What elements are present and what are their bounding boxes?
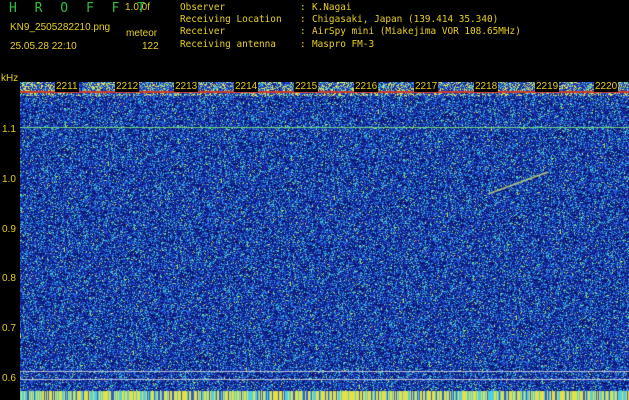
station-info: Observer: K.Nagai Receiving Location: Chig…: [180, 2, 521, 51]
colon: :: [300, 14, 306, 26]
app-version: 1.0.0f: [125, 2, 151, 13]
header-panel: H R O F F T 1.0.0f KN9_2505282210.png me…: [0, 0, 629, 78]
station-key: Receiving antenna: [180, 38, 276, 50]
freq-tick-label: 1.1: [2, 124, 16, 135]
station-value: AirSpy mini (Miakejima VOR 108.65MHz): [312, 26, 521, 38]
colon: :: [300, 26, 306, 38]
time-tick-label: 2214: [234, 81, 259, 92]
file-name: KN9_2505282210.png: [10, 22, 111, 33]
time-tick-label: 2213: [174, 81, 199, 92]
station-row-antenna: Receiving antenna: Maspro FM-3: [180, 39, 521, 51]
colon: :: [300, 2, 306, 13]
colon: :: [300, 38, 306, 50]
freq-tick-label: 0.6: [2, 373, 16, 384]
station-row-location: Receiving Location: Chigasaki, Japan (139…: [180, 14, 521, 26]
time-tick-label: 2211: [55, 81, 79, 92]
station-row-receiver: Receiver: AirSpy mini (Miakejima VOR 108.…: [180, 26, 521, 38]
time-tick-label: 2216: [354, 81, 379, 92]
frequency-unit-label: kHz: [1, 73, 19, 84]
time-tick-label: 2220: [594, 81, 619, 92]
station-key: Receiving Location: [180, 14, 282, 26]
time-tick-label: 2215: [294, 81, 319, 92]
station-value: K.Nagai: [312, 2, 352, 13]
timestamp: 25.05.28 22:10: [10, 41, 77, 52]
freq-tick-label: 0.7: [2, 323, 16, 334]
mode-label: meteor: [126, 28, 158, 39]
time-tick-label: 2219: [535, 81, 560, 92]
freq-tick-label: 0.9: [2, 224, 16, 235]
spectrogram-waterfall: [20, 82, 629, 400]
station-key: Observer: [180, 2, 226, 13]
station-row-observer: Observer: K.Nagai: [180, 2, 521, 14]
freq-tick-label: 0.8: [2, 273, 16, 284]
station-key: Receiver: [180, 26, 226, 38]
station-value: Chigasaki, Japan (139.414 35.340): [312, 14, 499, 26]
station-value: Maspro FM-3: [312, 38, 375, 50]
time-tick-label: 2212: [115, 81, 140, 92]
time-tick-label: 2218: [474, 81, 499, 92]
time-tick-label: 2217: [414, 81, 439, 92]
detection-count: 122: [142, 41, 159, 52]
freq-tick-label: 1.0: [2, 174, 16, 185]
